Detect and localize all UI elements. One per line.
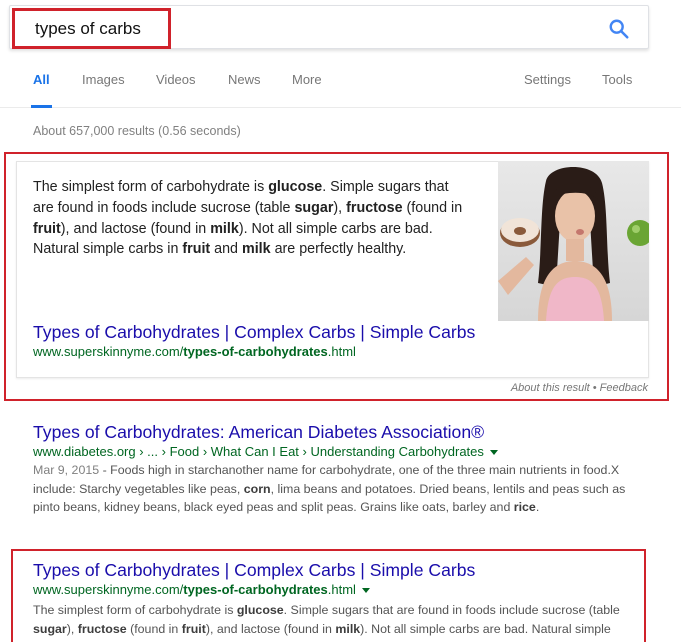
result-stats: About 657,000 results (0.56 seconds) [33, 124, 241, 138]
crumb-separator: › ... › [135, 444, 170, 459]
text-run: The simplest form of carbohydrate is [33, 603, 237, 617]
bold-term: fruit [33, 220, 61, 237]
tab-news[interactable]: News [228, 60, 261, 108]
crumb-site: www.diabetes.org [33, 444, 136, 459]
url-prefix: www.superskinnyme.com/ [33, 344, 184, 359]
text-run: ), [333, 199, 347, 216]
snippet-body: - Foods high in starchanother name for c… [33, 463, 625, 514]
url-prefix: www.superskinnyme.com/ [33, 582, 184, 597]
chevron-down-icon[interactable] [361, 588, 370, 594]
search-box[interactable]: types of carbs [9, 5, 649, 49]
text-run: (found in [126, 621, 182, 636]
bold-term: milk [242, 241, 271, 258]
result-snippet-superskinny: The simplest form of carbohydrate is glu… [33, 601, 633, 642]
text-run: ), and lactose (found in [60, 220, 211, 237]
search-input[interactable]: types of carbs [12, 8, 171, 49]
tab-all[interactable]: All [31, 60, 52, 108]
text-run: and [210, 241, 242, 258]
tab-tools[interactable]: Tools [602, 60, 632, 108]
bold-term: fruit [182, 241, 211, 258]
text-run: . [535, 500, 540, 514]
text-run: The simplest form of carbohydrate is [33, 179, 269, 195]
tab-more[interactable]: More [292, 60, 322, 108]
about-this-result[interactable]: About this result • Feedback [511, 382, 648, 394]
result-title-superskinny[interactable]: Types of Carbohydrates | Complex Carbs |… [33, 560, 475, 581]
result-breadcrumb-diabetes[interactable]: www.diabetes.org › ... › Food › What Can… [33, 444, 498, 459]
bold-term: fruit [181, 621, 206, 636]
result-title-diabetes[interactable]: Types of Carbohydrates: American Diabete… [33, 422, 484, 443]
text-run: . Simple sugars that are found in foods … [283, 603, 620, 617]
text-run: are perfectly healthy. [270, 241, 407, 258]
tab-videos[interactable]: Videos [156, 60, 196, 108]
search-icon[interactable] [608, 18, 630, 40]
featured-snippet-image[interactable] [498, 161, 649, 321]
bold-term: glucose [236, 603, 284, 617]
text-run: ), and lactose (found in [205, 621, 336, 636]
tab-settings[interactable]: Settings [524, 60, 571, 108]
search-tabs: All Images Videos News More Settings Too… [0, 60, 681, 108]
bold-term: rice [513, 500, 536, 514]
chevron-down-icon[interactable] [489, 450, 498, 456]
bold-term: milk [210, 220, 239, 237]
bold-term: fructose [346, 199, 403, 216]
bold-term: sugar [33, 621, 67, 636]
bold-term: glucose [268, 179, 323, 195]
text-run: ), [66, 621, 78, 636]
url-bold: types-of-carbohydrates [183, 582, 328, 597]
url-suffix: .html [327, 344, 356, 359]
result-snippet-diabetes: Mar 9, 2015 - Foods high in starchanothe… [33, 461, 633, 517]
featured-snippet-text: The simplest form of carbohydrate is glu… [33, 177, 473, 260]
featured-result-url[interactable]: www.superskinnyme.com/types-of-carbohydr… [33, 344, 356, 359]
tab-images[interactable]: Images [82, 60, 125, 108]
text-run: (found in [402, 199, 463, 216]
result-url-superskinny[interactable]: www.superskinnyme.com/types-of-carbohydr… [33, 582, 370, 597]
bold-term: corn [243, 481, 271, 496]
bold-term: milk [335, 621, 361, 636]
url-bold: types-of-carbohydrates [183, 344, 328, 359]
featured-result-title[interactable]: Types of Carbohydrates | Complex Carbs |… [33, 322, 475, 343]
bold-term: sugar [294, 199, 334, 216]
bold-term: fructose [77, 621, 127, 636]
url-suffix: .html [327, 582, 356, 597]
snippet-date: Mar 9, 2015 [33, 463, 100, 477]
crumb-path: Food › What Can I Eat › Understanding Ca… [169, 444, 484, 459]
